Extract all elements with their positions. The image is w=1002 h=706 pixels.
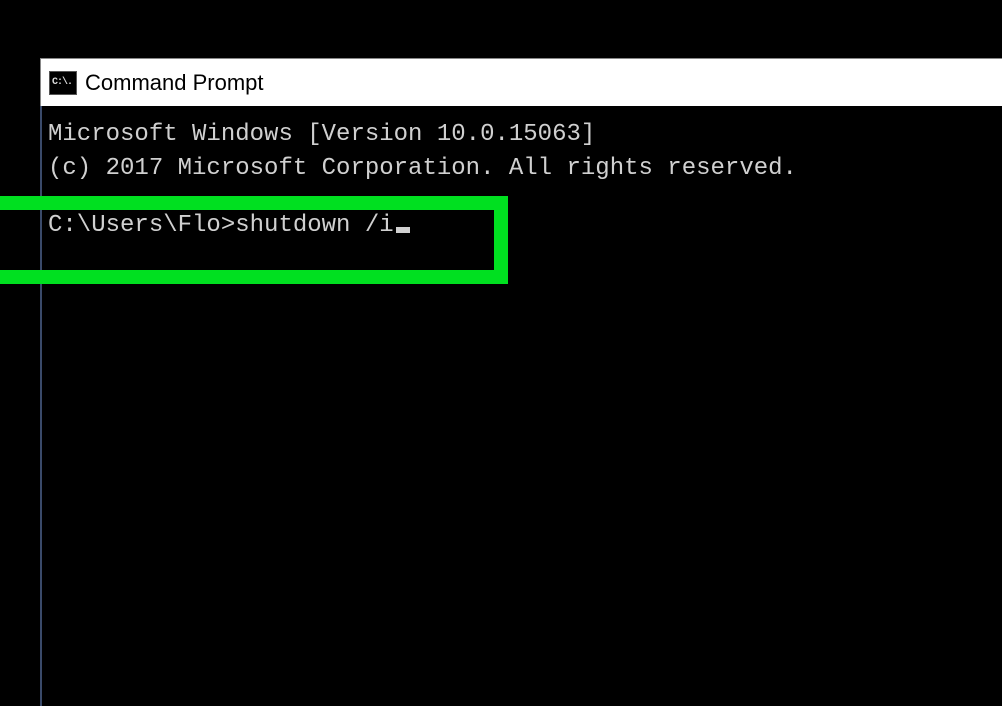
command-prompt-window: C:\. Command Prompt Microsoft Windows [V…	[40, 58, 1002, 697]
terminal-command: shutdown /i	[235, 212, 393, 239]
window-titlebar[interactable]: C:\. Command Prompt	[40, 58, 1002, 106]
terminal-cursor	[396, 227, 410, 233]
window-title: Command Prompt	[85, 70, 264, 96]
cmd-icon-label: C:\.	[52, 77, 72, 88]
terminal-prompt-line: C:\Users\Flo>shutdown /i	[48, 209, 1002, 243]
cmd-icon: C:\.	[49, 71, 77, 95]
terminal-area[interactable]: Microsoft Windows [Version 10.0.15063] (…	[40, 106, 1002, 706]
terminal-output-line: (c) 2017 Microsoft Corporation. All righ…	[48, 152, 1002, 186]
terminal-output-line: Microsoft Windows [Version 10.0.15063]	[48, 118, 1002, 152]
terminal-prompt: C:\Users\Flo>	[48, 212, 235, 239]
